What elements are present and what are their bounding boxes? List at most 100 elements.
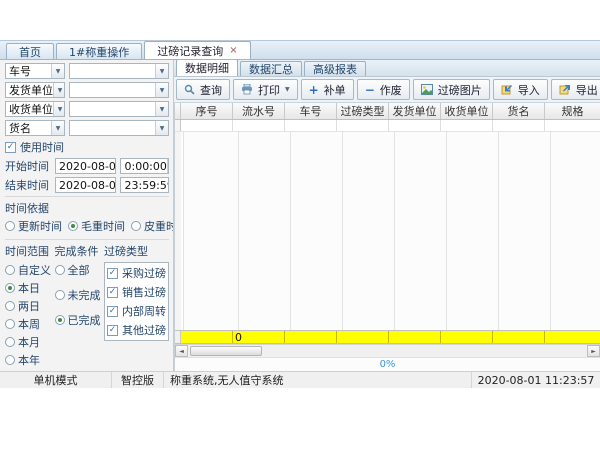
column-header-sender[interactable]: 发货单位	[389, 103, 441, 119]
radio-today[interactable]: 本日	[5, 280, 55, 296]
tab-weigh-operation[interactable]: 1#称重操作	[56, 43, 142, 59]
chevron-down-icon[interactable]: ▼	[155, 83, 168, 97]
radio-this-year[interactable]: 本年	[5, 352, 55, 368]
tab-advanced-report[interactable]: 高级报表	[304, 61, 366, 76]
summary-cell-serial-count: 0	[233, 331, 285, 343]
filter-field-select-sender[interactable]: 发货单位 ▼	[5, 82, 65, 98]
chevron-down-icon[interactable]: ▼	[51, 121, 64, 135]
radio-unfinished[interactable]: 未完成	[55, 287, 105, 303]
chevron-down-icon[interactable]: ▼	[53, 83, 65, 97]
column-header-serial[interactable]: 流水号	[233, 103, 285, 119]
start-date-picker[interactable]: 2020-08-01	[55, 158, 116, 174]
horizontal-scrollbar[interactable]: ◄ ►	[175, 344, 600, 357]
chevron-down-icon[interactable]: ▼	[51, 64, 64, 78]
filter-value-combo-vehicle[interactable]: ▼	[69, 63, 169, 79]
checkbox-purchase[interactable]: ✓采购过磅	[107, 265, 166, 281]
radio-finished[interactable]: 已完成	[55, 312, 105, 328]
filter-field-select-vehicle[interactable]: 车号 ▼	[5, 63, 65, 79]
scroll-left-icon[interactable]: ◄	[175, 345, 188, 357]
chevron-down-icon[interactable]: ▼	[155, 121, 168, 135]
tab-data-summary[interactable]: 数据汇总	[240, 61, 302, 76]
use-time-row: ✓ 使用时间	[5, 139, 169, 155]
radio-selected-icon	[68, 221, 78, 231]
checkbox-other[interactable]: ✓其他过磅	[107, 322, 166, 338]
minus-icon: −	[365, 84, 375, 96]
radio-all[interactable]: 全部	[55, 262, 105, 278]
weigh-type-label: 过磅类型	[104, 243, 169, 259]
checkbox-icon: ✓	[107, 325, 118, 336]
chevron-down-icon[interactable]: ▼	[155, 64, 168, 78]
column-header-index[interactable]: 序号	[181, 103, 233, 119]
radio-gross-time[interactable]: 毛重时间	[68, 218, 125, 234]
time-range-group: 时间范围 自定义 本日 两日 本周 本月 本年	[5, 243, 55, 370]
radio-tare-time[interactable]: 皮重时间	[131, 218, 174, 234]
column-header-receiver[interactable]: 收货单位	[441, 103, 493, 119]
summary-cell	[285, 331, 337, 343]
filter-value-combo-goods[interactable]: ▼	[69, 120, 169, 136]
result-panel: 数据明细 数据汇总 高级报表 查询 打印	[174, 60, 600, 371]
filter-value-combo-receiver[interactable]: ▼	[69, 101, 169, 117]
status-bar: 单机模式 智控版 称重系统,无人值守系统 2020-08-01 11:23:57	[0, 371, 600, 388]
start-time-spinner[interactable]: 0:00:00 ▲▼	[120, 158, 169, 174]
end-time-row: 结束时间 2020-08-01 23:59:59 ▲▼	[5, 177, 169, 193]
tab-weigh-record-query[interactable]: 过磅记录查询 ×	[144, 41, 250, 59]
weigh-image-button[interactable]: 过磅图片	[413, 79, 490, 100]
checkbox-icon: ✓	[107, 306, 118, 317]
filter-value-combo-sender[interactable]: ▼	[69, 82, 169, 98]
radio-this-month[interactable]: 本月	[5, 334, 55, 350]
radio-icon	[131, 221, 141, 231]
end-date-picker[interactable]: 2020-08-01	[55, 177, 116, 193]
column-header-vehicle[interactable]: 车号	[285, 103, 337, 119]
status-datetime: 2020-08-01 11:23:57	[472, 372, 600, 388]
tab-home[interactable]: 首页	[6, 43, 54, 59]
filter-groups: 时间范围 自定义 本日 两日 本周 本月 本年 完成条件 全部 未完成 已完成	[5, 243, 169, 370]
filter-field-label: 车号	[9, 63, 31, 79]
column-header-spec[interactable]: 规格	[545, 103, 600, 119]
checkbox-sale[interactable]: ✓销售过磅	[107, 284, 166, 300]
printer-icon	[241, 84, 253, 95]
end-time-spinner[interactable]: 23:59:59 ▲▼	[120, 177, 169, 193]
grid-empty-row	[175, 120, 600, 132]
grid-body-empty-area	[175, 132, 600, 330]
weigh-type-group: 过磅类型 ✓采购过磅 ✓销售过磅 ✓内部周转 ✓其他过磅	[104, 243, 169, 370]
supplement-order-button[interactable]: + 补单	[301, 79, 354, 100]
scrollbar-thumb[interactable]	[190, 346, 262, 356]
close-icon[interactable]: ×	[229, 46, 237, 56]
filter-row-goods: 货名 ▼ ▼	[5, 120, 169, 136]
tab-weigh-record-query-label: 过磅记录查询	[157, 43, 223, 59]
radio-two-days[interactable]: 两日	[5, 298, 55, 314]
column-header-weigh-type[interactable]: 过磅类型	[337, 103, 389, 119]
chevron-down-icon[interactable]: ▼	[53, 102, 65, 116]
result-tab-bar: 数据明细 数据汇总 高级报表	[174, 60, 600, 77]
summary-cell	[389, 331, 441, 343]
import-button[interactable]: 导入	[493, 79, 548, 100]
end-time-label: 结束时间	[5, 177, 49, 193]
plus-icon: +	[309, 84, 319, 96]
checkbox-icon: ✓	[107, 287, 118, 298]
filter-field-select-goods[interactable]: 货名 ▼	[5, 120, 65, 136]
column-header-goods[interactable]: 货名	[493, 103, 545, 119]
use-time-checkbox[interactable]: ✓	[5, 142, 16, 153]
tab-home-label: 首页	[19, 44, 41, 60]
chevron-down-icon[interactable]: ▼	[285, 86, 290, 93]
query-filter-panel: 车号 ▼ ▼ 发货单位 ▼ ▼	[0, 60, 174, 371]
spinner-icon[interactable]: ▲▼	[167, 159, 169, 173]
export-button[interactable]: 导出 ▼	[551, 79, 600, 100]
filter-row-sender: 发货单位 ▼ ▼	[5, 82, 169, 98]
void-button[interactable]: − 作废	[357, 79, 410, 100]
query-button[interactable]: 查询	[176, 79, 230, 100]
chevron-down-icon[interactable]: ▼	[155, 102, 168, 116]
radio-custom[interactable]: 自定义	[5, 262, 55, 278]
grid-header: 序号 流水号 车号 过磅类型 发货单位 收货单位 货名 规格	[175, 103, 600, 120]
tab-data-detail[interactable]: 数据明细	[176, 60, 238, 76]
checkbox-internal[interactable]: ✓内部周转	[107, 303, 166, 319]
print-button[interactable]: 打印 ▼	[233, 79, 298, 100]
status-edition: 智控版	[112, 372, 164, 388]
summary-cell	[441, 331, 493, 343]
radio-this-week[interactable]: 本周	[5, 316, 55, 332]
radio-update-time[interactable]: 更新时间	[5, 218, 62, 234]
filter-field-select-receiver[interactable]: 收货单位 ▼	[5, 101, 65, 117]
summary-cell	[493, 331, 545, 343]
checkbox-icon: ✓	[107, 268, 118, 279]
scroll-right-icon[interactable]: ►	[587, 345, 600, 357]
